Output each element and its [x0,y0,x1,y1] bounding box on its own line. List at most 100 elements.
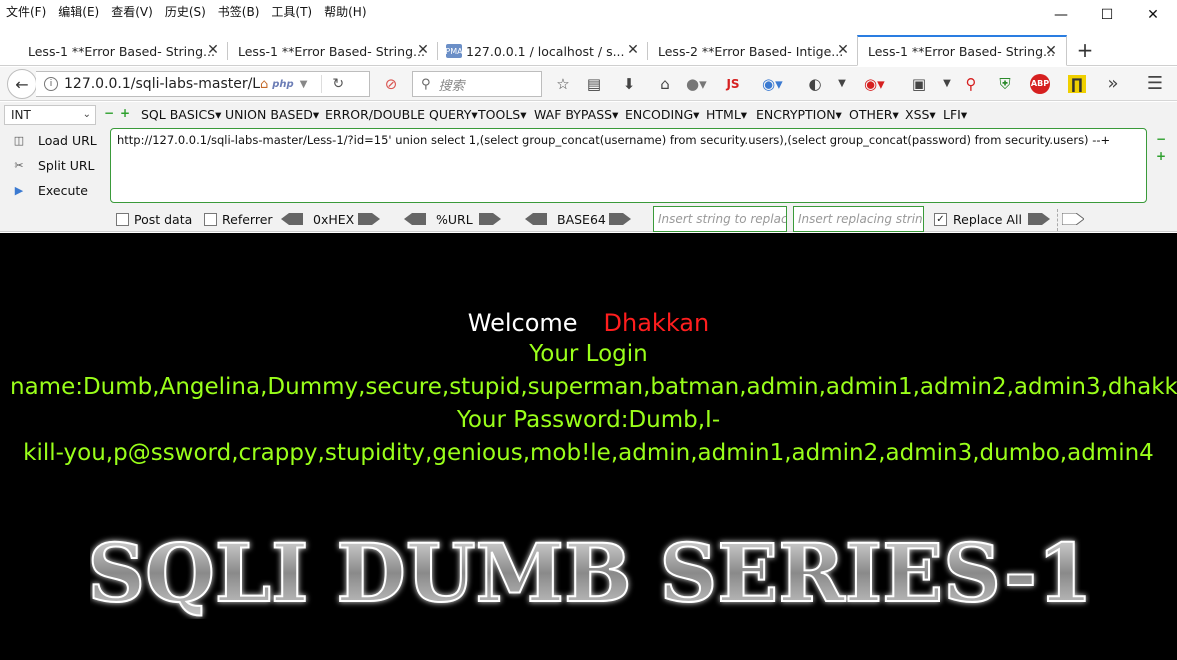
minimize-icon[interactable]: — [1038,4,1084,26]
scissors-icon: ✂ [14,158,24,172]
replace-find-input[interactable]: Insert string to replace [653,206,787,232]
tab-strip: Less-1 **Error Based- String... ✕ Less-1… [0,35,1177,66]
decode-url-arrow-icon[interactable] [404,213,426,225]
hackbar-url-textarea[interactable]: http://127.0.0.1/sqli-labs-master/Less-1… [110,128,1147,203]
minus-icon[interactable]: − [104,106,114,120]
search-box[interactable]: ⚲ 搜索 [412,71,542,97]
tab-phpmyadmin[interactable]: PMA 127.0.0.1 / localhost / s... ✕ [438,36,648,66]
tab-less2[interactable]: Less-2 **Error Based- Intige... ✕ [648,36,858,66]
plus-icon[interactable]: + [120,106,130,120]
close-icon[interactable]: ✕ [1130,4,1176,26]
plus-icon[interactable]: + [1156,149,1166,163]
extension-n-icon[interactable]: ∏ [1068,75,1086,93]
post-data-checkbox[interactable] [116,213,129,226]
menu-tools[interactable]: TOOLS▾ [478,107,527,122]
menu-bookmarks[interactable]: 书签(B) [212,0,266,24]
minus-icon[interactable]: − [1156,132,1166,146]
login-names: name:Dumb,Angelina,Dummy,secure,stupid,s… [10,374,1177,400]
home-button-icon[interactable]: ⌂ [656,75,674,93]
tab-label: Less-2 **Error Based- Intige... [658,43,844,59]
url-text[interactable]: 127.0.0.1/sqli-labs-master/Les [64,76,260,92]
tab-close-icon[interactable]: ✕ [206,43,220,57]
maximize-icon[interactable]: ☐ [1084,4,1130,26]
menu-other[interactable]: OTHER▾ [849,107,899,122]
encode-hex-arrow-icon[interactable] [358,213,380,225]
menu-file[interactable]: 文件(F) [0,0,52,24]
replace-arrow-icon[interactable] [1028,213,1050,225]
tab-less1-b[interactable]: Less-1 **Error Based- String... ✕ [228,36,438,66]
replace-with-input[interactable]: Insert replacing string [793,206,924,232]
reload-icon[interactable]: ↻ [332,76,344,92]
menu-sql-basics[interactable]: SQL BASICS▾ [141,107,221,122]
back-button[interactable]: ← [7,69,37,99]
menu-history[interactable]: 历史(S) [159,0,212,24]
tab-label: Less-1 **Error Based- String... [868,43,1055,59]
split-url-button[interactable]: ✂ Split URL [10,157,95,173]
menu-error-double-query[interactable]: ERROR/DOUBLE QUERY▾ [325,107,478,122]
hex-label: 0xHEX [313,212,355,227]
menu-view[interactable]: 查看(V) [105,0,159,24]
hamburger-menu-icon[interactable]: ☰ [1146,75,1164,93]
referrer-label: Referrer [222,212,273,227]
sqli-dumb-series-banner: SQLI DUMB SERIES-1 [90,529,1090,619]
download-icon[interactable]: ⬇ [620,75,638,93]
menu-help[interactable]: 帮助(H) [318,0,372,24]
menu-bar: 文件(F) 编辑(E) 查看(V) 历史(S) 书签(B) 工具(T) 帮助(H… [0,0,1177,28]
execute-button[interactable]: ▶ Execute [10,182,88,198]
hackbar-panel: INT ⌄ − + SQL BASICS▾ UNION BASED▾ ERROR… [0,102,1177,232]
decode-base64-arrow-icon[interactable] [525,213,547,225]
menu-edit[interactable]: 编辑(E) [52,0,105,24]
info-icon[interactable]: i [44,77,58,91]
encode-base64-arrow-icon[interactable] [609,213,631,225]
extension-icon[interactable]: ◉▾ [762,75,783,93]
replace-back-arrow-icon[interactable] [1062,213,1084,225]
clipboard-icon[interactable]: ▤ [585,75,603,93]
encode-url-arrow-icon[interactable] [479,213,501,225]
block-icon[interactable]: ⊘ [382,75,400,93]
bookmark-star-icon[interactable]: ☆ [554,75,572,93]
palette-icon[interactable]: ◐ [806,75,824,93]
menu-encryption[interactable]: ENCRYPTION▾ [756,107,842,122]
password-label: Your Password:Dumb,I- [456,407,721,433]
dropdown-icon[interactable]: ▼ [300,79,308,90]
decode-hex-arrow-icon[interactable] [281,213,303,225]
welcome-label: Welcome [467,309,578,337]
menu-html[interactable]: HTML▾ [706,107,747,122]
tab-close-icon[interactable]: ✕ [1044,44,1058,58]
address-bar[interactable]: i 127.0.0.1/sqli-labs-master/Les ⌂ php ▼… [36,71,370,97]
hackbar-options-row: Post data Referrer 0xHEX %URL BASE64 Ins… [0,205,1177,233]
tab-close-icon[interactable]: ✕ [626,43,640,57]
dropdown-icon[interactable]: ▼ [938,75,956,93]
menu-waf-bypass[interactable]: WAF BYPASS▾ [534,107,618,122]
referrer-checkbox[interactable] [204,213,217,226]
hackbar-type-select[interactable]: INT ⌄ [4,105,96,125]
hackbar-icon[interactable]: ◉▾ [864,75,885,93]
dropdown-icon[interactable]: ▼ [833,75,851,93]
menu-lfi[interactable]: LFI▾ [943,107,967,122]
adblock-icon[interactable]: ABP [1030,74,1050,94]
tab-close-icon[interactable]: ✕ [836,43,850,57]
tab-less1-active[interactable]: Less-1 **Error Based- String... ✕ [857,35,1067,66]
magnifier-icon[interactable]: ⚲ [962,75,980,93]
load-url-button[interactable]: ◫ Load URL [10,132,97,148]
tab-close-icon[interactable]: ✕ [416,43,430,57]
screenshot-icon[interactable]: ▣ [910,75,928,93]
tab-less1-a[interactable]: Less-1 **Error Based- String... ✕ [18,36,228,66]
post-data-label: Post data [134,212,193,227]
globe-icon[interactable]: ●▾ [686,75,707,93]
menu-union-based[interactable]: UNION BASED▾ [225,107,319,122]
menu-encoding[interactable]: ENCODING▾ [625,107,699,122]
shield-icon[interactable]: ⛨ [996,75,1014,93]
overflow-icon[interactable]: » [1104,75,1122,93]
back-arrow-icon: ← [15,74,29,94]
load-url-label: Load URL [38,132,97,148]
replace-all-checkbox[interactable]: ✓ [934,213,947,226]
login-label: Your Login [529,341,648,367]
home-icon[interactable]: ⌂ [260,77,268,92]
js-icon[interactable]: JS [724,75,742,93]
menu-tools[interactable]: 工具(T) [265,0,318,24]
new-tab-button[interactable]: + [1074,40,1096,62]
split-url-label: Split URL [38,157,95,173]
chevron-down-icon: ⌄ [82,109,91,120]
menu-xss[interactable]: XSS▾ [905,107,936,122]
